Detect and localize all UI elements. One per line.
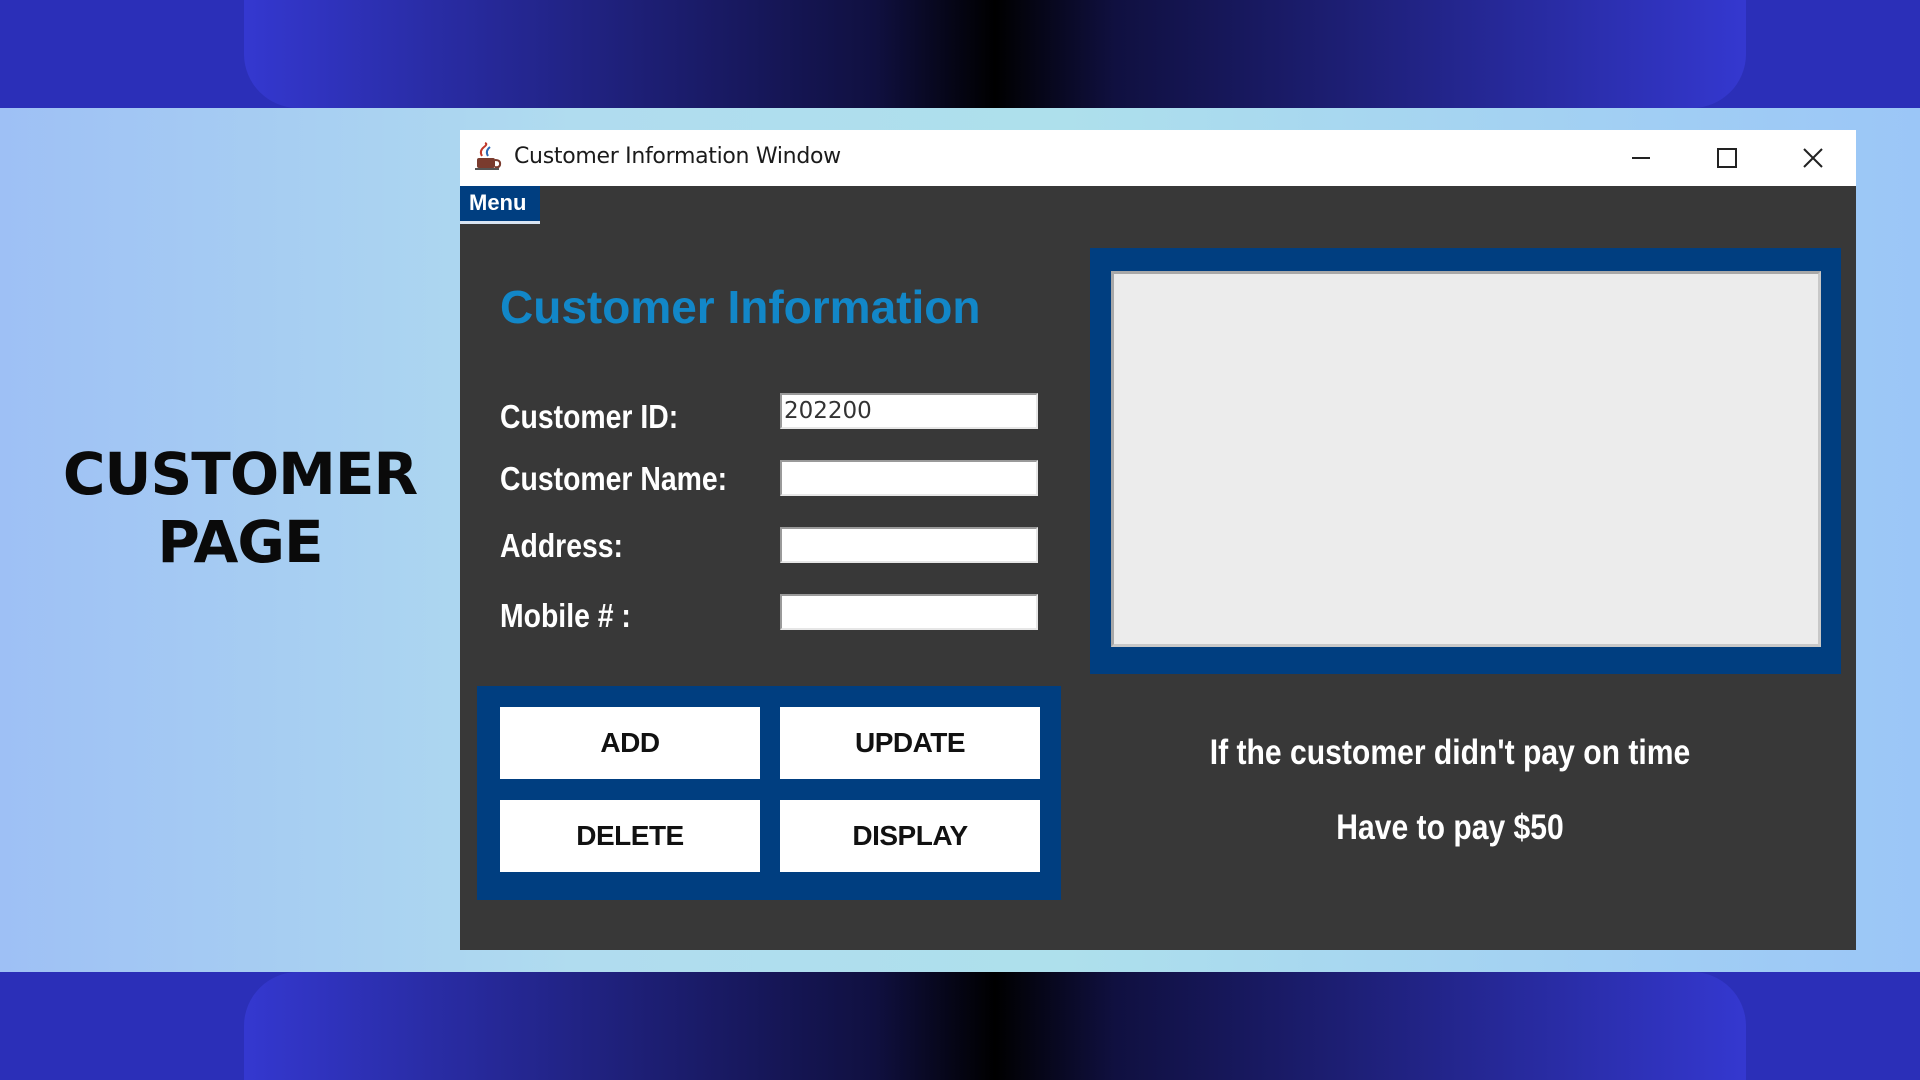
mobile-label: Mobile # : <box>500 597 631 634</box>
java-cup-icon <box>474 142 504 172</box>
customer-information-window: Customer Information Window Menu Custome… <box>460 130 1856 950</box>
minimize-button[interactable] <box>1598 130 1684 186</box>
customer-id-label: Customer ID: <box>500 398 679 435</box>
maximize-button[interactable] <box>1684 130 1770 186</box>
update-button[interactable]: UPDATE <box>780 707 1040 779</box>
top-gradient-pill <box>244 0 1746 108</box>
slide-title: CUSTOMER PAGE <box>40 440 440 576</box>
slide-title-line1: CUSTOMER <box>62 440 418 508</box>
notice-line2: Have to pay $50 <box>1336 808 1564 847</box>
close-icon <box>1803 148 1823 168</box>
address-label: Address: <box>500 527 624 564</box>
form-heading: Customer Information <box>500 281 981 333</box>
notice-line1: If the customer didn't pay on time <box>1209 733 1691 772</box>
delete-button[interactable]: DELETE <box>500 800 760 872</box>
display-button[interactable]: DISPLAY <box>780 800 1040 872</box>
window-titlebar[interactable]: Customer Information Window <box>460 130 1856 186</box>
action-button-panel: ADD UPDATE DELETE DISPLAY <box>477 686 1061 900</box>
window-title: Customer Information Window <box>514 144 841 169</box>
maximize-icon <box>1717 148 1737 168</box>
menu-item-menu[interactable]: Menu <box>460 186 540 220</box>
slide-title-line2: PAGE <box>157 508 323 576</box>
customer-id-field[interactable] <box>780 393 1038 429</box>
customer-name-field[interactable] <box>780 460 1038 496</box>
address-field[interactable] <box>780 527 1038 563</box>
top-decorative-band <box>0 0 1920 108</box>
customer-name-label: Customer Name: <box>500 460 728 497</box>
minimize-icon <box>1632 157 1650 159</box>
bottom-decorative-band <box>0 972 1920 1080</box>
add-button[interactable]: ADD <box>500 707 760 779</box>
close-button[interactable] <box>1770 130 1856 186</box>
menu-bar: Menu <box>460 186 540 224</box>
customer-display-area[interactable] <box>1111 271 1821 647</box>
display-panel <box>1090 248 1841 674</box>
bottom-gradient-pill <box>244 972 1746 1080</box>
mobile-field[interactable] <box>780 594 1038 630</box>
